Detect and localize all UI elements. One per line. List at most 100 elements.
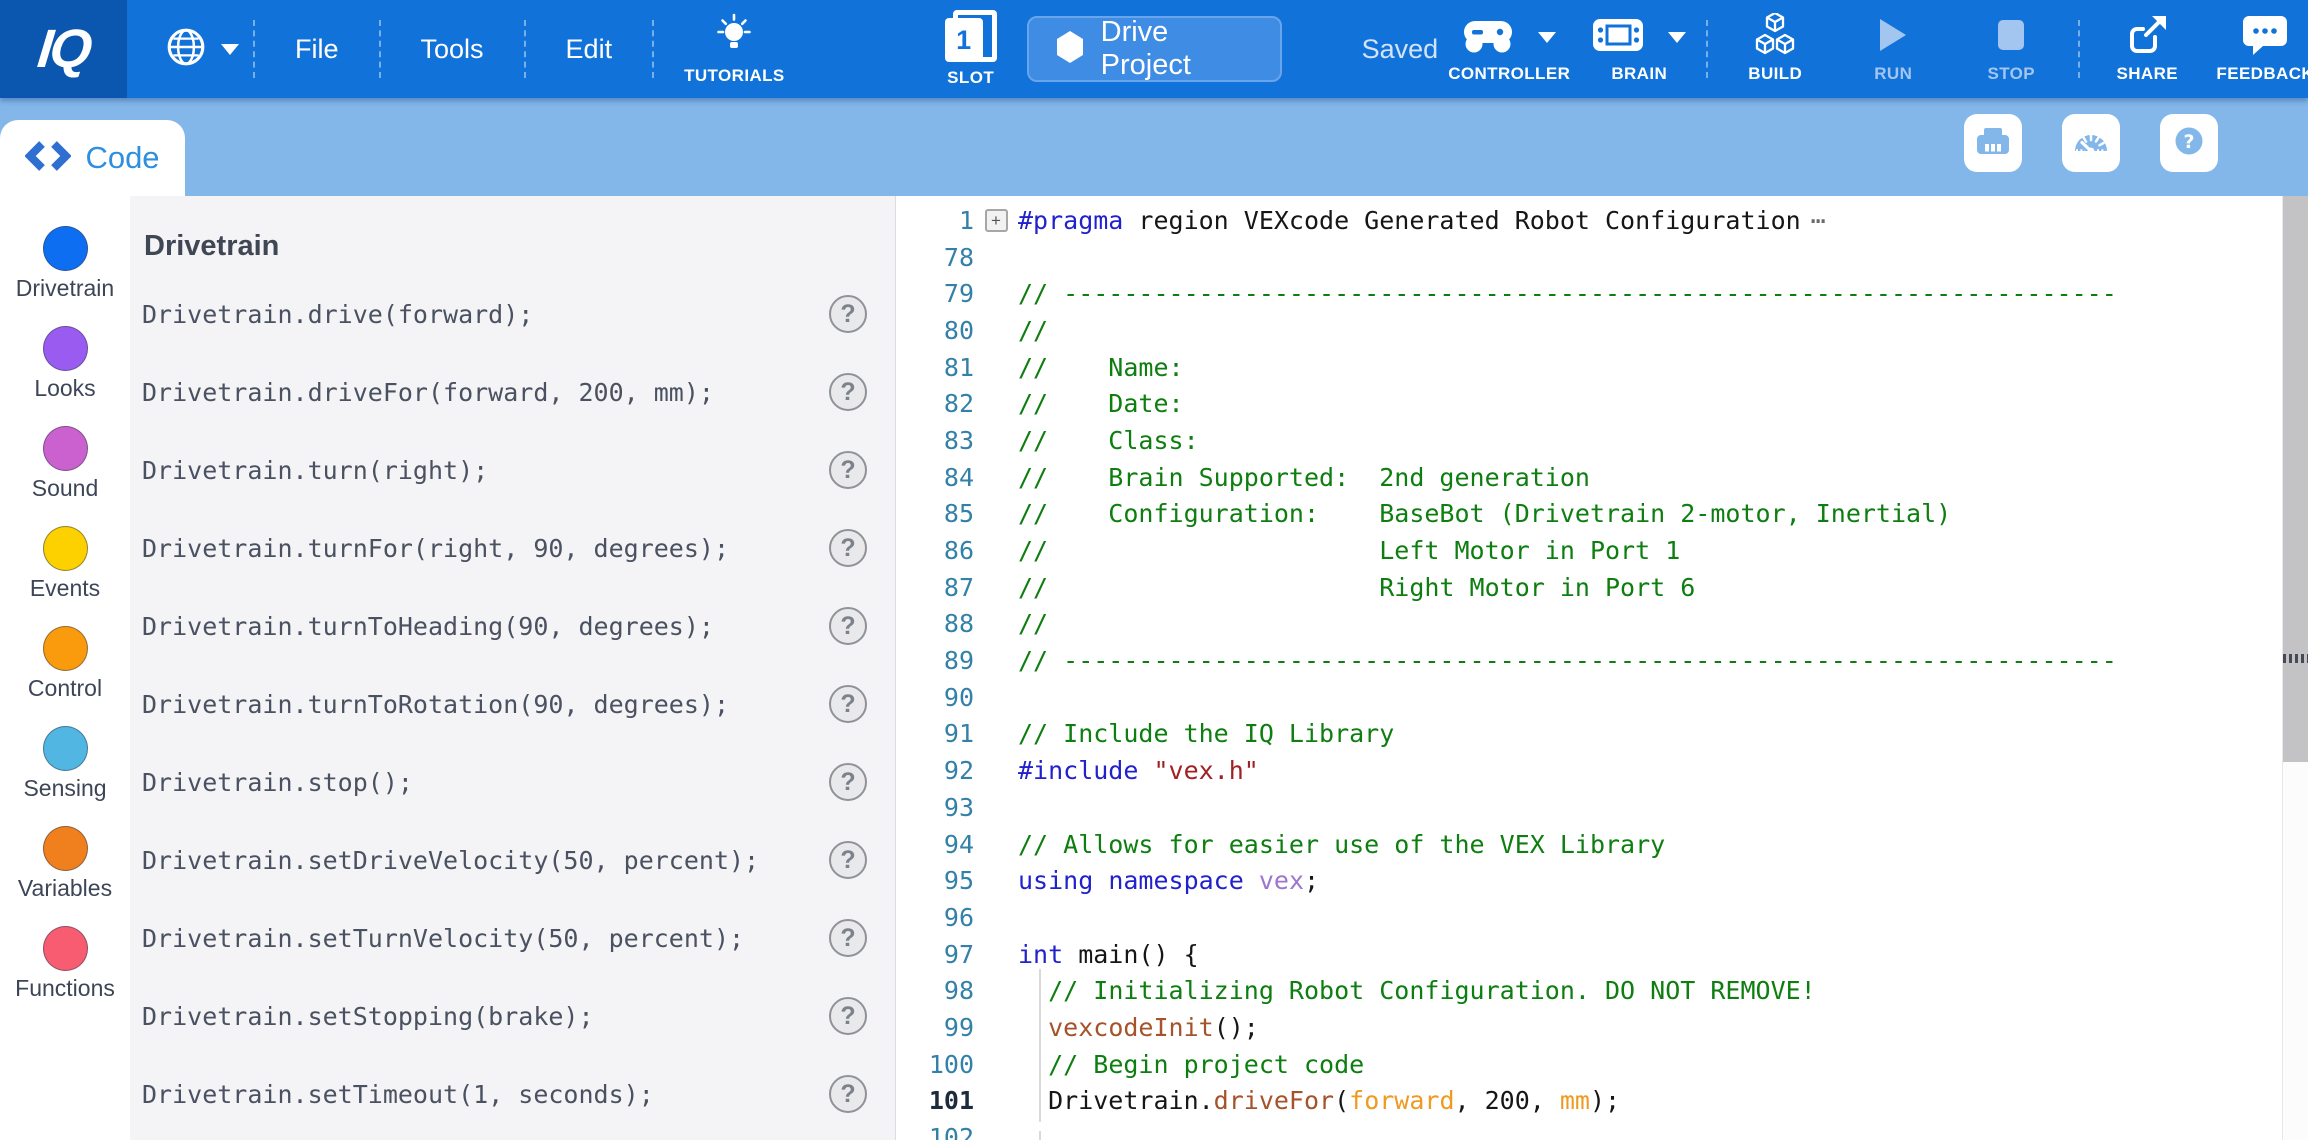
- command-text[interactable]: Drivetrain.turn(right);: [142, 456, 829, 485]
- command-item[interactable]: Drivetrain.setTimeout(1, seconds);?: [142, 1055, 867, 1133]
- code-line[interactable]: 79// -----------------------------------…: [896, 275, 2308, 312]
- code-line[interactable]: 82// Date:: [896, 385, 2308, 422]
- code-line[interactable]: 100 // Begin project code: [896, 1046, 2308, 1083]
- code-line[interactable]: 98 // Initializing Robot Configuration. …: [896, 972, 2308, 1009]
- command-text[interactable]: Drivetrain.turnFor(right, 90, degrees);: [142, 534, 829, 563]
- code-line[interactable]: 94// Allows for easier use of the VEX Li…: [896, 826, 2308, 863]
- category-color-dot[interactable]: [43, 426, 88, 471]
- build-button[interactable]: BUILD: [1716, 14, 1834, 84]
- command-help-button[interactable]: ?: [829, 607, 867, 645]
- code-line[interactable]: 101 Drivetrain.driveFor(forward, 200, mm…: [896, 1083, 2308, 1120]
- tutorials-label: TUTORIALS: [684, 66, 785, 86]
- project-name-button[interactable]: Drive Project: [1027, 16, 1282, 82]
- category-color-dot[interactable]: [43, 226, 88, 271]
- code-line[interactable]: 81// Name:: [896, 349, 2308, 386]
- code-line[interactable]: 102: [896, 1119, 2308, 1140]
- category-color-dot[interactable]: [43, 826, 88, 871]
- command-help-button[interactable]: ?: [829, 1075, 867, 1113]
- command-item[interactable]: Drivetrain.driveFor(forward, 200, mm);?: [142, 353, 867, 431]
- fold-ellipsis[interactable]: ⋯: [1811, 206, 1827, 235]
- share-button[interactable]: SHARE: [2088, 14, 2206, 84]
- code-line[interactable]: 85// Configuration: BaseBot (Drivetrain …: [896, 496, 2308, 533]
- category-drivetrain[interactable]: Drivetrain: [0, 226, 130, 326]
- menu-tools[interactable]: Tools: [389, 34, 516, 65]
- command-text[interactable]: Drivetrain.driveFor(forward, 200, mm);: [142, 378, 829, 407]
- command-text[interactable]: Drivetrain.stop();: [142, 768, 829, 797]
- command-item[interactable]: Drivetrain.turnToRotation(90, degrees);?: [142, 665, 867, 743]
- command-item[interactable]: Drivetrain.setTurnVelocity(50, percent);…: [142, 899, 867, 977]
- category-functions[interactable]: Functions: [0, 926, 130, 1026]
- fold-toggle-icon[interactable]: +: [985, 209, 1008, 232]
- code-editor[interactable]: 1+#pragma region VEXcode Generated Robot…: [896, 196, 2308, 1140]
- code-line[interactable]: 90: [896, 679, 2308, 716]
- command-item[interactable]: Drivetrain.setDriveVelocity(50, percent)…: [142, 821, 867, 899]
- category-looks[interactable]: Looks: [0, 326, 130, 426]
- code-line[interactable]: 92#include "vex.h": [896, 752, 2308, 789]
- code-line[interactable]: 97int main() {: [896, 936, 2308, 973]
- editor-scrollbar[interactable]: [2282, 196, 2308, 1140]
- command-help-button[interactable]: ?: [829, 997, 867, 1035]
- code-text: // Right Motor in Port 6: [1018, 573, 2308, 602]
- command-help-button[interactable]: ?: [829, 451, 867, 489]
- category-color-dot[interactable]: [43, 526, 88, 571]
- code-line[interactable]: 84// Brain Supported: 2nd generation: [896, 459, 2308, 496]
- command-text[interactable]: Drivetrain.turnToHeading(90, degrees);: [142, 612, 829, 641]
- menu-file[interactable]: File: [263, 34, 371, 65]
- slot-button[interactable]: 1 SLOT: [945, 10, 997, 88]
- command-item[interactable]: Drivetrain.turnToHeading(90, degrees);?: [142, 587, 867, 665]
- command-text[interactable]: Drivetrain.setDriveVelocity(50, percent)…: [142, 846, 829, 875]
- command-item[interactable]: Drivetrain.setStopping(brake);?: [142, 977, 867, 1055]
- category-color-dot[interactable]: [43, 726, 88, 771]
- command-help-button[interactable]: ?: [829, 919, 867, 957]
- category-sound[interactable]: Sound: [0, 426, 130, 526]
- command-help-button[interactable]: ?: [829, 373, 867, 411]
- command-item[interactable]: Drivetrain.drive(forward);?: [142, 275, 867, 353]
- code-line[interactable]: 1+#pragma region VEXcode Generated Robot…: [896, 202, 2308, 239]
- category-events[interactable]: Events: [0, 526, 130, 626]
- menu-edit[interactable]: Edit: [534, 34, 645, 65]
- tutorials-button[interactable]: TUTORIALS: [684, 13, 785, 86]
- code-line[interactable]: 88//: [896, 606, 2308, 643]
- code-line[interactable]: 93: [896, 789, 2308, 826]
- command-text[interactable]: Drivetrain.drive(forward);: [142, 300, 829, 329]
- controller-button[interactable]: CONTROLLER: [1438, 14, 1580, 84]
- command-text[interactable]: Drivetrain.setStopping(brake);: [142, 1002, 829, 1031]
- command-text[interactable]: Drivetrain.setTimeout(1, seconds);: [142, 1080, 829, 1109]
- code-line[interactable]: 83// Class:: [896, 422, 2308, 459]
- run-button[interactable]: RUN: [1834, 14, 1952, 84]
- command-text[interactable]: Drivetrain.turnToRotation(90, degrees);: [142, 690, 829, 719]
- category-color-dot[interactable]: [43, 926, 88, 971]
- help-button[interactable]: ?: [2160, 114, 2218, 172]
- code-line[interactable]: 99 vexcodeInit();: [896, 1009, 2308, 1046]
- category-color-dot[interactable]: [43, 626, 88, 671]
- category-control[interactable]: Control: [0, 626, 130, 726]
- code-line[interactable]: 95using namespace vex;: [896, 862, 2308, 899]
- command-item[interactable]: Drivetrain.turnFor(right, 90, degrees);?: [142, 509, 867, 587]
- stop-button[interactable]: STOP: [1952, 14, 2070, 84]
- category-variables[interactable]: Variables: [0, 826, 130, 926]
- command-item[interactable]: Drivetrain.stop();?: [142, 743, 867, 821]
- monitor-dashboard-button[interactable]: [2062, 114, 2120, 172]
- command-text[interactable]: Drivetrain.setTurnVelocity(50, percent);: [142, 924, 829, 953]
- category-color-dot[interactable]: [43, 326, 88, 371]
- scrollbar-thumb[interactable]: [2283, 196, 2308, 762]
- code-line[interactable]: 78: [896, 239, 2308, 276]
- command-item[interactable]: Drivetrain.turn(right);?: [142, 431, 867, 509]
- command-help-button[interactable]: ?: [829, 529, 867, 567]
- device-info-button[interactable]: [1964, 114, 2022, 172]
- code-line[interactable]: 96: [896, 899, 2308, 936]
- command-help-button[interactable]: ?: [829, 295, 867, 333]
- category-sensing[interactable]: Sensing: [0, 726, 130, 826]
- command-help-button[interactable]: ?: [829, 685, 867, 723]
- code-line[interactable]: 80//: [896, 312, 2308, 349]
- language-menu-button[interactable]: [159, 26, 245, 73]
- code-line[interactable]: 87// Right Motor in Port 6: [896, 569, 2308, 606]
- code-line[interactable]: 91// Include the IQ Library: [896, 716, 2308, 753]
- code-line[interactable]: 89// -----------------------------------…: [896, 642, 2308, 679]
- command-help-button[interactable]: ?: [829, 841, 867, 879]
- tab-code[interactable]: Code: [0, 120, 185, 196]
- brain-button[interactable]: BRAIN: [1580, 14, 1698, 84]
- code-line[interactable]: 86// Left Motor in Port 1: [896, 532, 2308, 569]
- feedback-button[interactable]: FEEDBACK: [2206, 14, 2308, 84]
- command-help-button[interactable]: ?: [829, 763, 867, 801]
